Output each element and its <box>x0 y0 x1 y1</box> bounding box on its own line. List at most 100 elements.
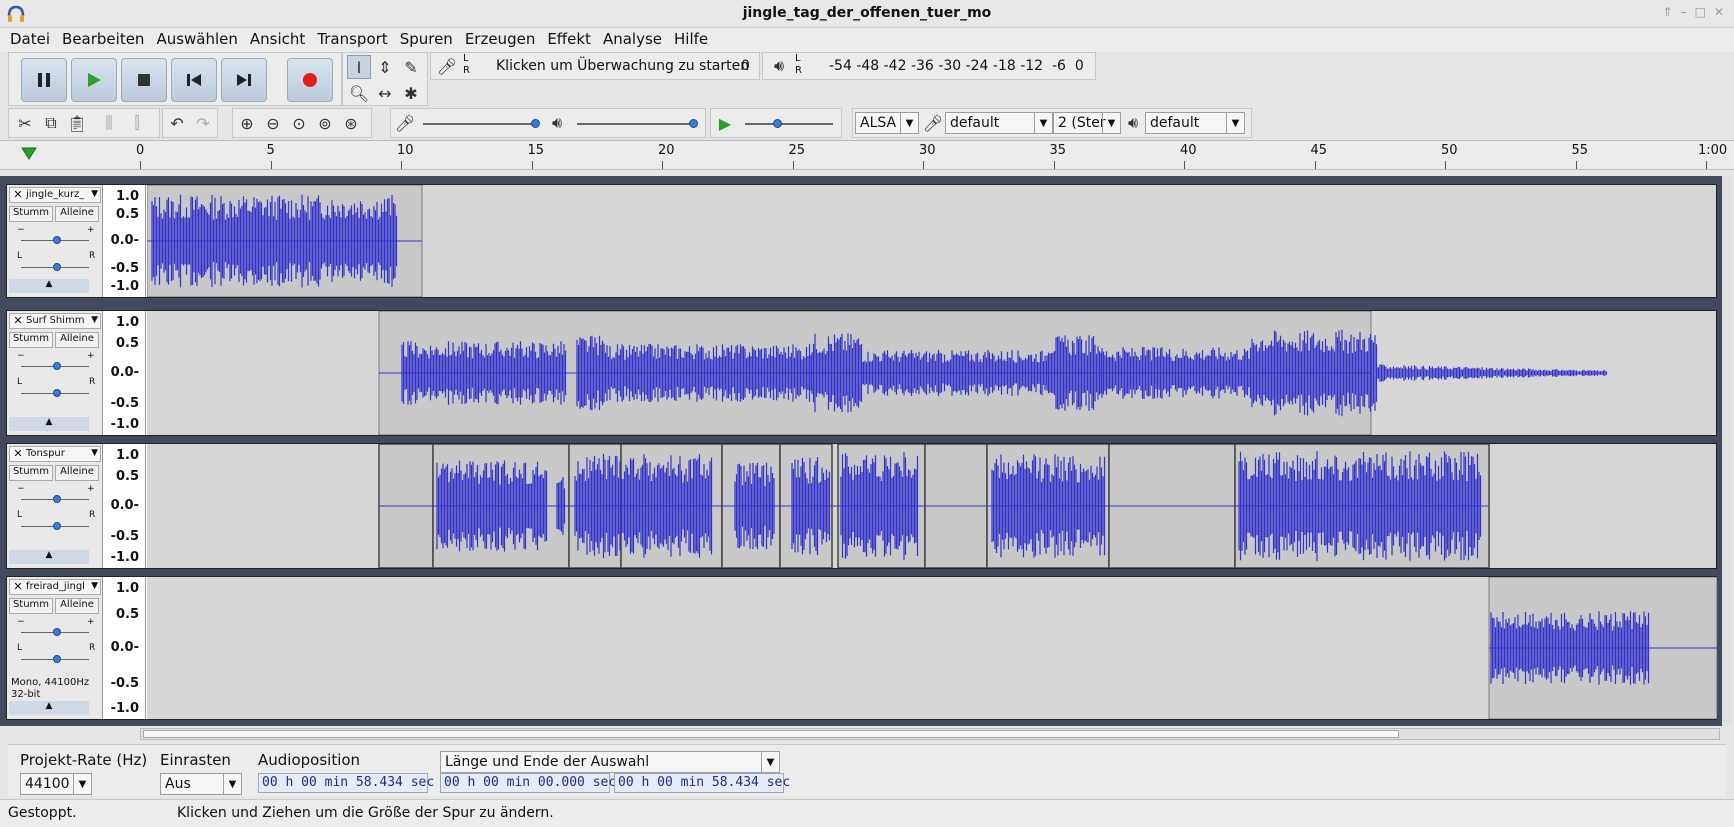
stop-button[interactable] <box>121 58 167 102</box>
menu-bearbeiten[interactable]: Bearbeiten <box>62 28 150 52</box>
menu-spuren[interactable]: Spuren <box>400 28 459 52</box>
scrollbar-thumb[interactable] <box>143 730 1399 738</box>
track-name[interactable]: freirad_jingl <box>26 581 84 592</box>
horizontal-scrollbar[interactable] <box>140 728 1720 740</box>
redo-icon[interactable]: ↷ <box>191 111 215 135</box>
close-track-icon[interactable]: ✕ <box>11 314 25 327</box>
envelope-tool-icon[interactable]: ⇕ <box>373 55 397 79</box>
audio-track[interactable]: ✕ Tonspur ▼ Stumm Alleine − + L R ▲ 1.0 0.… <box>6 443 1717 569</box>
record-device-select[interactable]: default ▼ <box>945 112 1053 134</box>
record-button[interactable] <box>287 58 333 102</box>
cut-icon[interactable]: ✂ <box>13 111 37 135</box>
audio-position-field[interactable]: 00 h 00 min 58.434 sec <box>258 773 434 793</box>
vertical-scrollbar[interactable] <box>1722 176 1732 726</box>
waveform-area[interactable] <box>147 185 1716 297</box>
menu-auswaehlen[interactable]: Auswählen <box>156 28 243 52</box>
pan-slider[interactable] <box>21 263 89 271</box>
selection-tool-icon[interactable]: I <box>347 55 371 79</box>
microphone-icon[interactable]: 🎤︎ <box>435 54 459 78</box>
zoom-out-icon[interactable]: ⊖ <box>261 111 285 135</box>
selection-end-field[interactable]: 00 h 00 min 58.434 sec <box>614 773 790 793</box>
track-menu-chevron-icon[interactable]: ▼ <box>91 315 98 325</box>
audio-track[interactable]: ✕ freirad_jingl ▼ Stumm Alleine − + L R … <box>6 576 1717 720</box>
collapse-track-button[interactable]: ▲ <box>9 550 89 564</box>
minimize-button[interactable]: – <box>1681 5 1687 19</box>
mute-button[interactable]: Stumm <box>9 465 53 481</box>
track-name[interactable]: Tonspur <box>26 448 84 459</box>
amplitude-scale[interactable]: 1.0 0.5 0.0- -0.5 -1.0 <box>104 444 146 568</box>
fit-selection-icon[interactable]: ⊙ <box>287 111 311 135</box>
close-track-icon[interactable]: ✕ <box>11 188 25 201</box>
gain-slider[interactable] <box>21 236 89 244</box>
menu-erzeugen[interactable]: Erzeugen <box>465 28 542 52</box>
selection-mode-select[interactable]: Länge und Ende der Auswahl ▼ <box>440 751 780 773</box>
copy-icon[interactable]: ⧉ <box>39 111 63 135</box>
play-button[interactable] <box>71 58 117 102</box>
pause-button[interactable] <box>21 58 67 102</box>
gain-slider[interactable] <box>21 495 89 503</box>
track-menu-chevron-icon[interactable]: ▼ <box>91 581 98 591</box>
gain-slider[interactable] <box>21 362 89 370</box>
record-meter-prompt[interactable]: Klicken um Überwachung zu starten <box>496 58 749 74</box>
track-menu-chevron-icon[interactable]: ▼ <box>91 189 98 199</box>
track-header[interactable]: ✕ jingle_kurz_ ▼ <box>9 187 101 203</box>
track-header[interactable]: ✕ freirad_jingl ▼ <box>9 579 101 595</box>
timeshift-tool-icon[interactable]: ↔ <box>373 81 397 105</box>
close-track-icon[interactable]: ✕ <box>11 580 25 593</box>
track-name[interactable]: Surf Shimmy <box>26 315 84 326</box>
zoom-in-icon[interactable]: ⊕ <box>235 111 259 135</box>
solo-button[interactable]: Alleine <box>55 332 99 348</box>
close-track-icon[interactable]: ✕ <box>11 447 25 460</box>
project-rate-select[interactable]: 44100 ▼ <box>20 773 92 795</box>
track-name[interactable]: jingle_kurz_ <box>26 189 84 200</box>
close-button[interactable]: ✕ <box>1714 5 1724 19</box>
playback-volume-slider[interactable] <box>577 119 698 128</box>
play-head-triangle-icon[interactable] <box>20 145 38 163</box>
track-menu-chevron-icon[interactable]: ▼ <box>91 448 98 458</box>
snap-select[interactable]: Aus ▼ <box>160 773 242 795</box>
track-header[interactable]: ✕ Tonspur ▼ <box>9 446 101 462</box>
play-at-speed-icon[interactable]: ▶ <box>713 111 737 135</box>
skip-to-end-button[interactable] <box>221 58 267 102</box>
window-up-icon[interactable]: ⇑ <box>1663 5 1673 19</box>
playback-meter-scale[interactable]: -54 -48 -42 -36 -30 -24 -18 -12 -6 0 <box>829 58 1084 74</box>
amplitude-scale[interactable]: 1.0 0.5 0.0- -0.5 -1.0 <box>104 311 146 435</box>
waveform-area[interactable] <box>147 577 1717 719</box>
menu-ansicht[interactable]: Ansicht <box>250 28 311 52</box>
maximize-button[interactable]: □ <box>1695 5 1706 19</box>
menu-analyse[interactable]: Analyse <box>603 28 668 52</box>
pan-slider[interactable] <box>21 522 89 530</box>
collapse-track-button[interactable]: ▲ <box>9 701 89 715</box>
mute-button[interactable]: Stumm <box>9 332 53 348</box>
pan-slider[interactable] <box>21 655 89 663</box>
menu-datei[interactable]: Datei <box>10 28 56 52</box>
playback-speed-slider[interactable] <box>745 119 833 128</box>
track-header[interactable]: ✕ Surf Shimmy ▼ <box>9 313 101 329</box>
channels-select[interactable]: 2 (Ster ▼ <box>1053 112 1121 134</box>
skip-to-start-button[interactable] <box>171 58 217 102</box>
audio-track[interactable]: ✕ Surf Shimmy ▼ Stumm Alleine − + L R ▲ 1… <box>6 310 1717 436</box>
collapse-track-button[interactable]: ▲ <box>9 417 89 431</box>
menu-transport[interactable]: Transport <box>317 28 393 52</box>
menu-effekt[interactable]: Effekt <box>547 28 597 52</box>
timeline-ruler[interactable]: 0 5 10 15 20 25 30 35 40 45 50 55 1:00 <box>0 140 1734 170</box>
audio-track[interactable]: ✕ jingle_kurz_ ▼ Stumm Alleine − + L R ▲… <box>6 184 1717 298</box>
solo-button[interactable]: Alleine <box>55 598 99 614</box>
menu-hilfe[interactable]: Hilfe <box>674 28 714 52</box>
speaker-icon[interactable]: 🔊︎ <box>767 54 791 78</box>
playback-device-select[interactable]: default ▼ <box>1145 112 1245 134</box>
mute-button[interactable]: Stumm <box>9 598 53 614</box>
solo-button[interactable]: Alleine <box>55 465 99 481</box>
pan-slider[interactable] <box>21 389 89 397</box>
multi-tool-icon[interactable]: ✱ <box>399 81 423 105</box>
draw-tool-icon[interactable]: ✎ <box>399 55 423 79</box>
zoom-toggle-icon[interactable]: ⊛ <box>339 111 363 135</box>
waveform-area[interactable] <box>147 311 1716 435</box>
mute-button[interactable]: Stumm <box>9 206 53 222</box>
solo-button[interactable]: Alleine <box>55 206 99 222</box>
gain-slider[interactable] <box>21 628 89 636</box>
trim-icon[interactable]: ⫼ <box>97 111 121 135</box>
paste-icon[interactable]: 📋︎ <box>65 111 89 135</box>
undo-icon[interactable]: ↶ <box>165 111 189 135</box>
silence-icon[interactable]: ⫿ <box>125 111 149 135</box>
